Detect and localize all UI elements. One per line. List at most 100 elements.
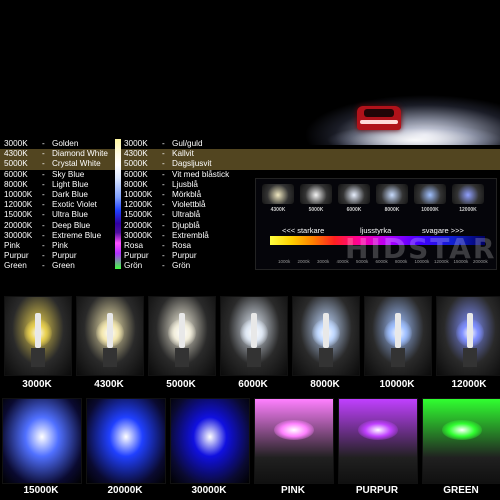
color-description: Light Blue xyxy=(52,179,89,189)
kelvin-value: 12000K xyxy=(124,200,153,210)
bulb-tile xyxy=(86,398,166,484)
color-description: Dagsljusvit xyxy=(172,159,212,169)
separator: - xyxy=(42,159,45,169)
kelvin-value: 4300K xyxy=(124,149,148,159)
kelvin-value: 3000K xyxy=(4,139,28,148)
kelvin-value: 15000K xyxy=(4,210,33,220)
tile-label: 12000K xyxy=(451,379,487,390)
bulb-base xyxy=(391,347,405,368)
kelvin-value: 5000K xyxy=(124,159,148,169)
list-row: Rosa - Rosa xyxy=(124,241,229,251)
color-description: Green xyxy=(52,261,75,271)
bulb-base xyxy=(247,347,261,368)
tile-label: GREEN xyxy=(443,485,479,496)
kelvin-value: Grön xyxy=(124,261,143,271)
separator: - xyxy=(42,251,45,261)
tile-label: 30000K xyxy=(191,485,227,496)
comparison-thumbnail xyxy=(376,184,408,204)
separator: - xyxy=(162,169,165,179)
bulb-glow xyxy=(274,420,314,440)
separator: - xyxy=(162,159,165,169)
list-row: 5000K - Dagsljusvit xyxy=(124,159,229,169)
list-row: 10000K - Mörkblå xyxy=(124,190,229,200)
bulb-capsule xyxy=(251,312,257,348)
bulb-capsule xyxy=(395,312,401,348)
bulb-capsule xyxy=(467,312,473,348)
separator: - xyxy=(42,189,45,199)
color-description: Purpur xyxy=(52,251,77,261)
separator: - xyxy=(42,230,45,240)
color-temp-list-swedish: 3000K - Gul/guld 4300K - Kallvit 5000K - Dagslju… xyxy=(124,139,229,271)
bulb-base xyxy=(103,347,117,368)
list-row: 8000K - Light Blue xyxy=(4,180,108,190)
bulb-tile xyxy=(4,296,72,376)
separator: - xyxy=(162,200,165,210)
kelvin-value: 8000K xyxy=(124,179,148,189)
color-description: Dark Blue xyxy=(52,189,88,199)
spectrum-tick: 15000k xyxy=(453,259,469,264)
comparison-thumbnail xyxy=(338,184,370,204)
bulb-tile xyxy=(422,398,500,484)
label-starkare: <<< starkare xyxy=(282,226,325,235)
separator: - xyxy=(162,261,165,271)
spectrum-tick: 3000k xyxy=(317,259,330,264)
kelvin-value: 10000K xyxy=(4,189,33,199)
bulb-tile xyxy=(436,296,500,376)
tile-label: 6000K xyxy=(238,379,268,390)
separator: - xyxy=(42,179,45,189)
separator: - xyxy=(162,251,165,261)
list-row: 30000K - Extremblå xyxy=(124,231,229,241)
color-description: Extreme Blue xyxy=(52,230,102,240)
spectrum-tick: 5000k xyxy=(356,259,369,264)
bulb-base xyxy=(463,347,477,368)
comparison-label: 12000K xyxy=(459,207,477,213)
bulb-capsule xyxy=(35,312,41,348)
list-row: 4300K - Kallvit xyxy=(124,149,229,159)
list-row: 8000K - Ljusblå xyxy=(124,180,229,190)
kelvin-value: 12000K xyxy=(4,200,33,210)
spectrum-tick: 12000k xyxy=(434,259,449,264)
comparison-label: 5000K xyxy=(308,207,324,213)
color-description: Sky Blue xyxy=(52,169,85,179)
tile-label: 4300K xyxy=(94,379,124,390)
car-headlight-photo xyxy=(255,70,500,145)
color-description: Vit med blåstick xyxy=(172,169,230,179)
kelvin-value: 15000K xyxy=(124,210,153,220)
kelvin-value: 30000K xyxy=(4,230,33,240)
kelvin-value: Pink xyxy=(4,240,20,250)
color-description: Crystal White xyxy=(52,159,101,169)
comparison-label: 6000K xyxy=(346,207,362,213)
spectrum-tick: 6000k xyxy=(375,259,388,264)
color-temp-list-english: 3000K - Golden 4300K - Diamond White 5000K - Cry… xyxy=(4,139,108,271)
bulb-capsule xyxy=(107,312,113,348)
color-description: Extremblå xyxy=(172,230,209,240)
tile-label: 3000K xyxy=(22,379,52,390)
kelvin-value: Rosa xyxy=(124,240,144,250)
color-description: Djupblå xyxy=(172,220,200,230)
kelvin-value: 5000K xyxy=(4,159,28,169)
bulb-base xyxy=(319,347,333,368)
bulb-glow xyxy=(358,420,398,440)
list-row: Grön - Grön xyxy=(124,261,229,271)
comparison-label: 8000K xyxy=(384,207,400,213)
tile-label: 20000K xyxy=(107,485,143,496)
list-row: Pink - Pink xyxy=(4,241,108,251)
separator: - xyxy=(42,200,45,210)
tile-label: 8000K xyxy=(310,379,340,390)
tile-label: 10000K xyxy=(379,379,415,390)
comparison-thumbnail xyxy=(262,184,294,204)
list-row: 10000K - Dark Blue xyxy=(4,190,108,200)
list-row: 20000K - Djupblå xyxy=(124,221,229,231)
list-row: Green - Green xyxy=(4,261,108,271)
red-car xyxy=(357,106,401,130)
list-row: 6000K - Vit med blåstick xyxy=(124,170,229,180)
bulb-tile xyxy=(148,296,216,376)
list-row: 15000K - Ultrablå xyxy=(124,210,229,220)
color-description: Golden xyxy=(52,139,79,148)
color-description: Violettblå xyxy=(172,200,206,210)
separator: - xyxy=(162,230,165,240)
color-description: Ultra Blue xyxy=(52,210,88,220)
separator: - xyxy=(42,210,45,220)
bulb-capsule xyxy=(179,312,185,348)
bulb-tile xyxy=(76,296,144,376)
